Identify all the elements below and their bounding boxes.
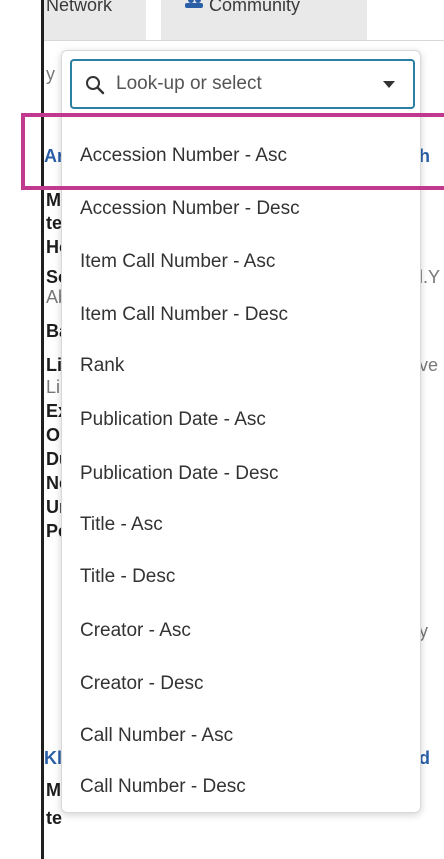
sort-option[interactable]: Creator - Desc: [62, 658, 418, 710]
background-text-fragment: l.Y: [419, 267, 441, 287]
sort-option[interactable]: Call Number - Desc: [62, 761, 418, 813]
sort-option[interactable]: Item Call Number - Desc: [62, 289, 418, 341]
sort-option[interactable]: Title - Desc: [62, 551, 418, 603]
tab-community-label: Community: [209, 0, 301, 15]
sort-option[interactable]: Accession Number - Asc: [62, 130, 418, 182]
tab-community[interactable]: Community: [161, 0, 367, 40]
sort-option[interactable]: Publication Date - Asc: [62, 394, 418, 446]
tab-network[interactable]: Network: [44, 0, 146, 40]
sort-option[interactable]: Accession Number - Desc: [62, 183, 418, 235]
select-placeholder: Look-up or select: [116, 73, 262, 94]
sort-option[interactable]: Publication Date - Desc: [62, 448, 418, 500]
community-icon: [185, 0, 203, 8]
sort-option[interactable]: Title - Asc: [62, 499, 418, 551]
sort-option[interactable]: Call Number - Asc: [62, 710, 418, 762]
search-icon: [86, 76, 105, 95]
tab-network-label: Network: [46, 0, 113, 15]
sort-option[interactable]: Creator - Asc: [62, 605, 418, 657]
tabs-divider: [44, 40, 444, 41]
background-text-fragment: Kl: [44, 748, 62, 768]
caret-down-icon[interactable]: [383, 81, 395, 88]
tab-bar: Network Community: [44, 0, 444, 40]
sort-option[interactable]: Rank: [62, 340, 418, 392]
bottom-fade: [44, 822, 444, 859]
edge-bar: [41, 0, 44, 859]
background-text-fragment: te: [46, 213, 63, 233]
left-edge: [0, 0, 44, 859]
background-text-fragment: ve: [419, 355, 439, 375]
sort-option[interactable]: Item Call Number - Asc: [62, 236, 418, 288]
sort-select-input[interactable]: Look-up or select: [70, 59, 415, 109]
